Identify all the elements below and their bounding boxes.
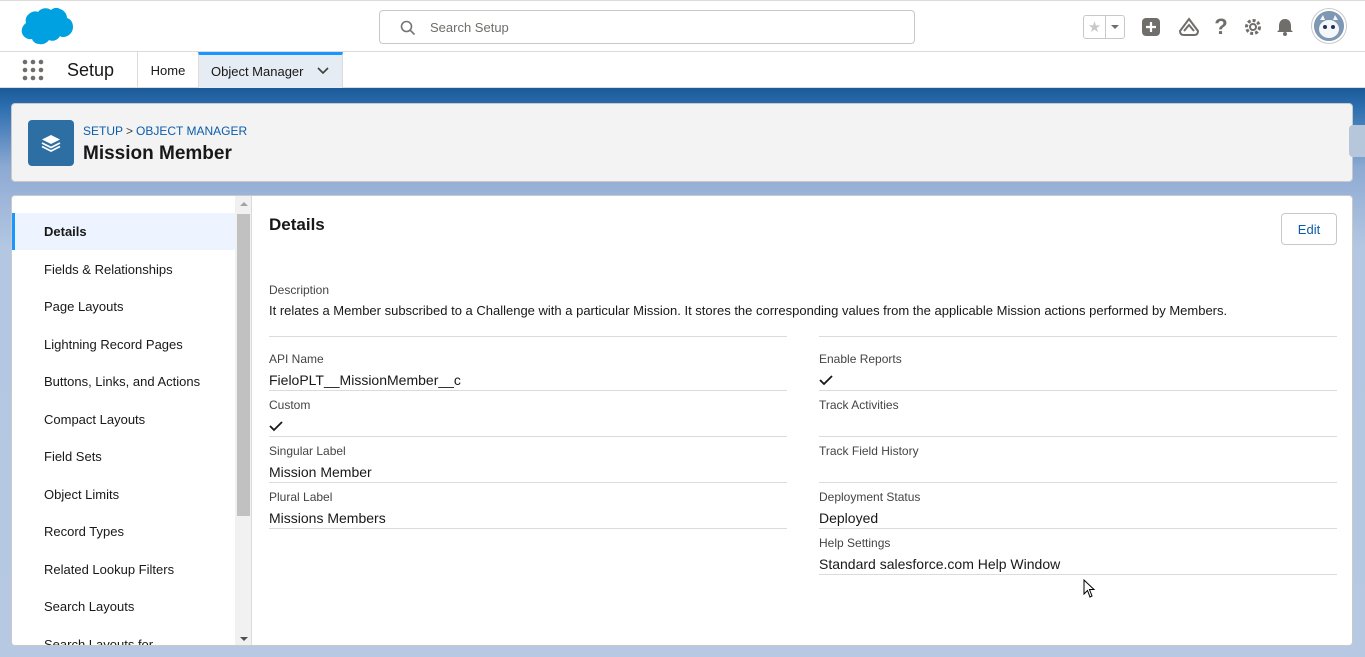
help-settings-label: Help Settings	[819, 536, 891, 550]
search-box[interactable]	[379, 10, 915, 44]
page-title: Mission Member	[83, 143, 232, 164]
divider	[269, 390, 787, 391]
plural-label-label: Plural Label	[269, 490, 333, 504]
description-label: Description	[269, 283, 330, 297]
track-activities-label: Track Activities	[819, 398, 899, 412]
user-avatar[interactable]	[1312, 9, 1346, 43]
scroll-down-arrow-icon[interactable]	[235, 631, 251, 645]
enable-reports-label: Enable Reports	[819, 352, 902, 366]
description-value: It relates a Member subscribed to a Chal…	[269, 303, 1228, 318]
sidebar-item-record-types[interactable]: Record Types	[12, 513, 235, 550]
add-icon[interactable]	[1139, 15, 1163, 39]
favorites-star-icon[interactable]: ★	[1084, 16, 1106, 38]
trailhead-icon[interactable]	[1177, 15, 1201, 39]
chevron-down-icon	[1111, 25, 1119, 29]
breadcrumb: SETUP > OBJECT MANAGER	[83, 124, 247, 138]
sidebar-item-lightning-record-pages[interactable]: Lightning Record Pages	[12, 326, 235, 363]
sidebar-item-search-layouts-for[interactable]: Search Layouts for	[12, 626, 235, 645]
global-header: ★ ?	[0, 0, 1365, 52]
side-panel-handle[interactable]	[1349, 125, 1365, 157]
breadcrumb-object-manager-link[interactable]: OBJECT MANAGER	[136, 124, 247, 138]
sidebar-item-object-limits[interactable]: Object Limits	[12, 476, 235, 513]
api-name-label: API Name	[269, 352, 324, 366]
divider	[819, 436, 1337, 437]
favorites-dropdown-button[interactable]	[1106, 16, 1124, 38]
search-input[interactable]	[430, 11, 900, 43]
chevron-down-icon[interactable]	[316, 64, 330, 78]
divider	[819, 574, 1337, 575]
deployment-status-label: Deployment Status	[819, 490, 921, 504]
tab-home[interactable]: Home	[137, 52, 198, 88]
divider	[269, 482, 787, 483]
scrollbar-thumb[interactable]	[237, 214, 250, 516]
navigation-bar: Setup Home Object Manager	[0, 52, 1365, 88]
details-heading: Details	[269, 215, 325, 234]
plural-label-value: Missions Members	[269, 510, 386, 526]
divider	[269, 436, 787, 437]
app-name: Setup	[67, 60, 115, 80]
sidebar-item-compact-layouts[interactable]: Compact Layouts	[12, 401, 235, 438]
checkmark-icon	[819, 375, 833, 386]
breadcrumb-separator: >	[126, 124, 134, 138]
app-launcher-icon[interactable]	[22, 59, 44, 81]
track-field-history-label: Track Field History	[819, 444, 919, 458]
divider	[819, 390, 1337, 391]
breadcrumb-setup-link[interactable]: SETUP	[83, 124, 123, 138]
divider	[819, 336, 1337, 337]
settings-gear-icon[interactable]	[1241, 15, 1265, 39]
sidebar-item-buttons-links-actions[interactable]: Buttons, Links, and Actions	[12, 363, 235, 400]
mouse-cursor-icon	[1083, 579, 1096, 598]
custom-label: Custom	[269, 398, 311, 412]
help-icon[interactable]: ?	[1209, 14, 1233, 39]
tab-object-manager[interactable]: Object Manager	[198, 52, 343, 88]
sidebar-item-details[interactable]: Details	[12, 213, 235, 250]
sidebar-item-related-lookup-filters[interactable]: Related Lookup Filters	[12, 551, 235, 588]
help-settings-value: Standard salesforce.com Help Window	[819, 556, 1061, 572]
favorites-group[interactable]: ★	[1083, 15, 1125, 39]
object-layers-icon	[28, 120, 74, 166]
singular-label-label: Singular Label	[269, 444, 346, 458]
details-panel: Details Edit Description It relates a Me…	[253, 196, 1352, 645]
sidebar-scrollbar[interactable]	[235, 196, 251, 645]
edit-button[interactable]: Edit	[1281, 213, 1337, 245]
checkmark-icon	[269, 421, 283, 432]
search-icon	[400, 20, 416, 36]
divider	[819, 482, 1337, 483]
divider	[269, 528, 787, 529]
api-name-value: FieloPLT__MissionMember__c	[269, 372, 461, 388]
object-sidebar: Details Fields & Relationships Page Layo…	[12, 196, 252, 645]
tab-object-manager-label: Object Manager	[211, 64, 304, 79]
salesforce-logo[interactable]	[14, 6, 74, 48]
main-card: Details Fields & Relationships Page Layo…	[11, 195, 1353, 646]
sidebar-item-fields-relationships[interactable]: Fields & Relationships	[12, 251, 235, 288]
scroll-up-arrow-icon[interactable]	[235, 196, 251, 212]
sidebar-item-page-layouts[interactable]: Page Layouts	[12, 288, 235, 325]
notifications-bell-icon[interactable]	[1273, 15, 1297, 39]
singular-label-value: Mission Member	[269, 464, 372, 480]
sidebar-item-field-sets[interactable]: Field Sets	[12, 438, 235, 475]
object-page-header: SETUP > OBJECT MANAGER Mission Member	[11, 103, 1353, 182]
deployment-status-value: Deployed	[819, 510, 879, 526]
divider	[269, 336, 787, 337]
divider	[819, 528, 1337, 529]
sidebar-item-search-layouts[interactable]: Search Layouts	[12, 588, 235, 625]
